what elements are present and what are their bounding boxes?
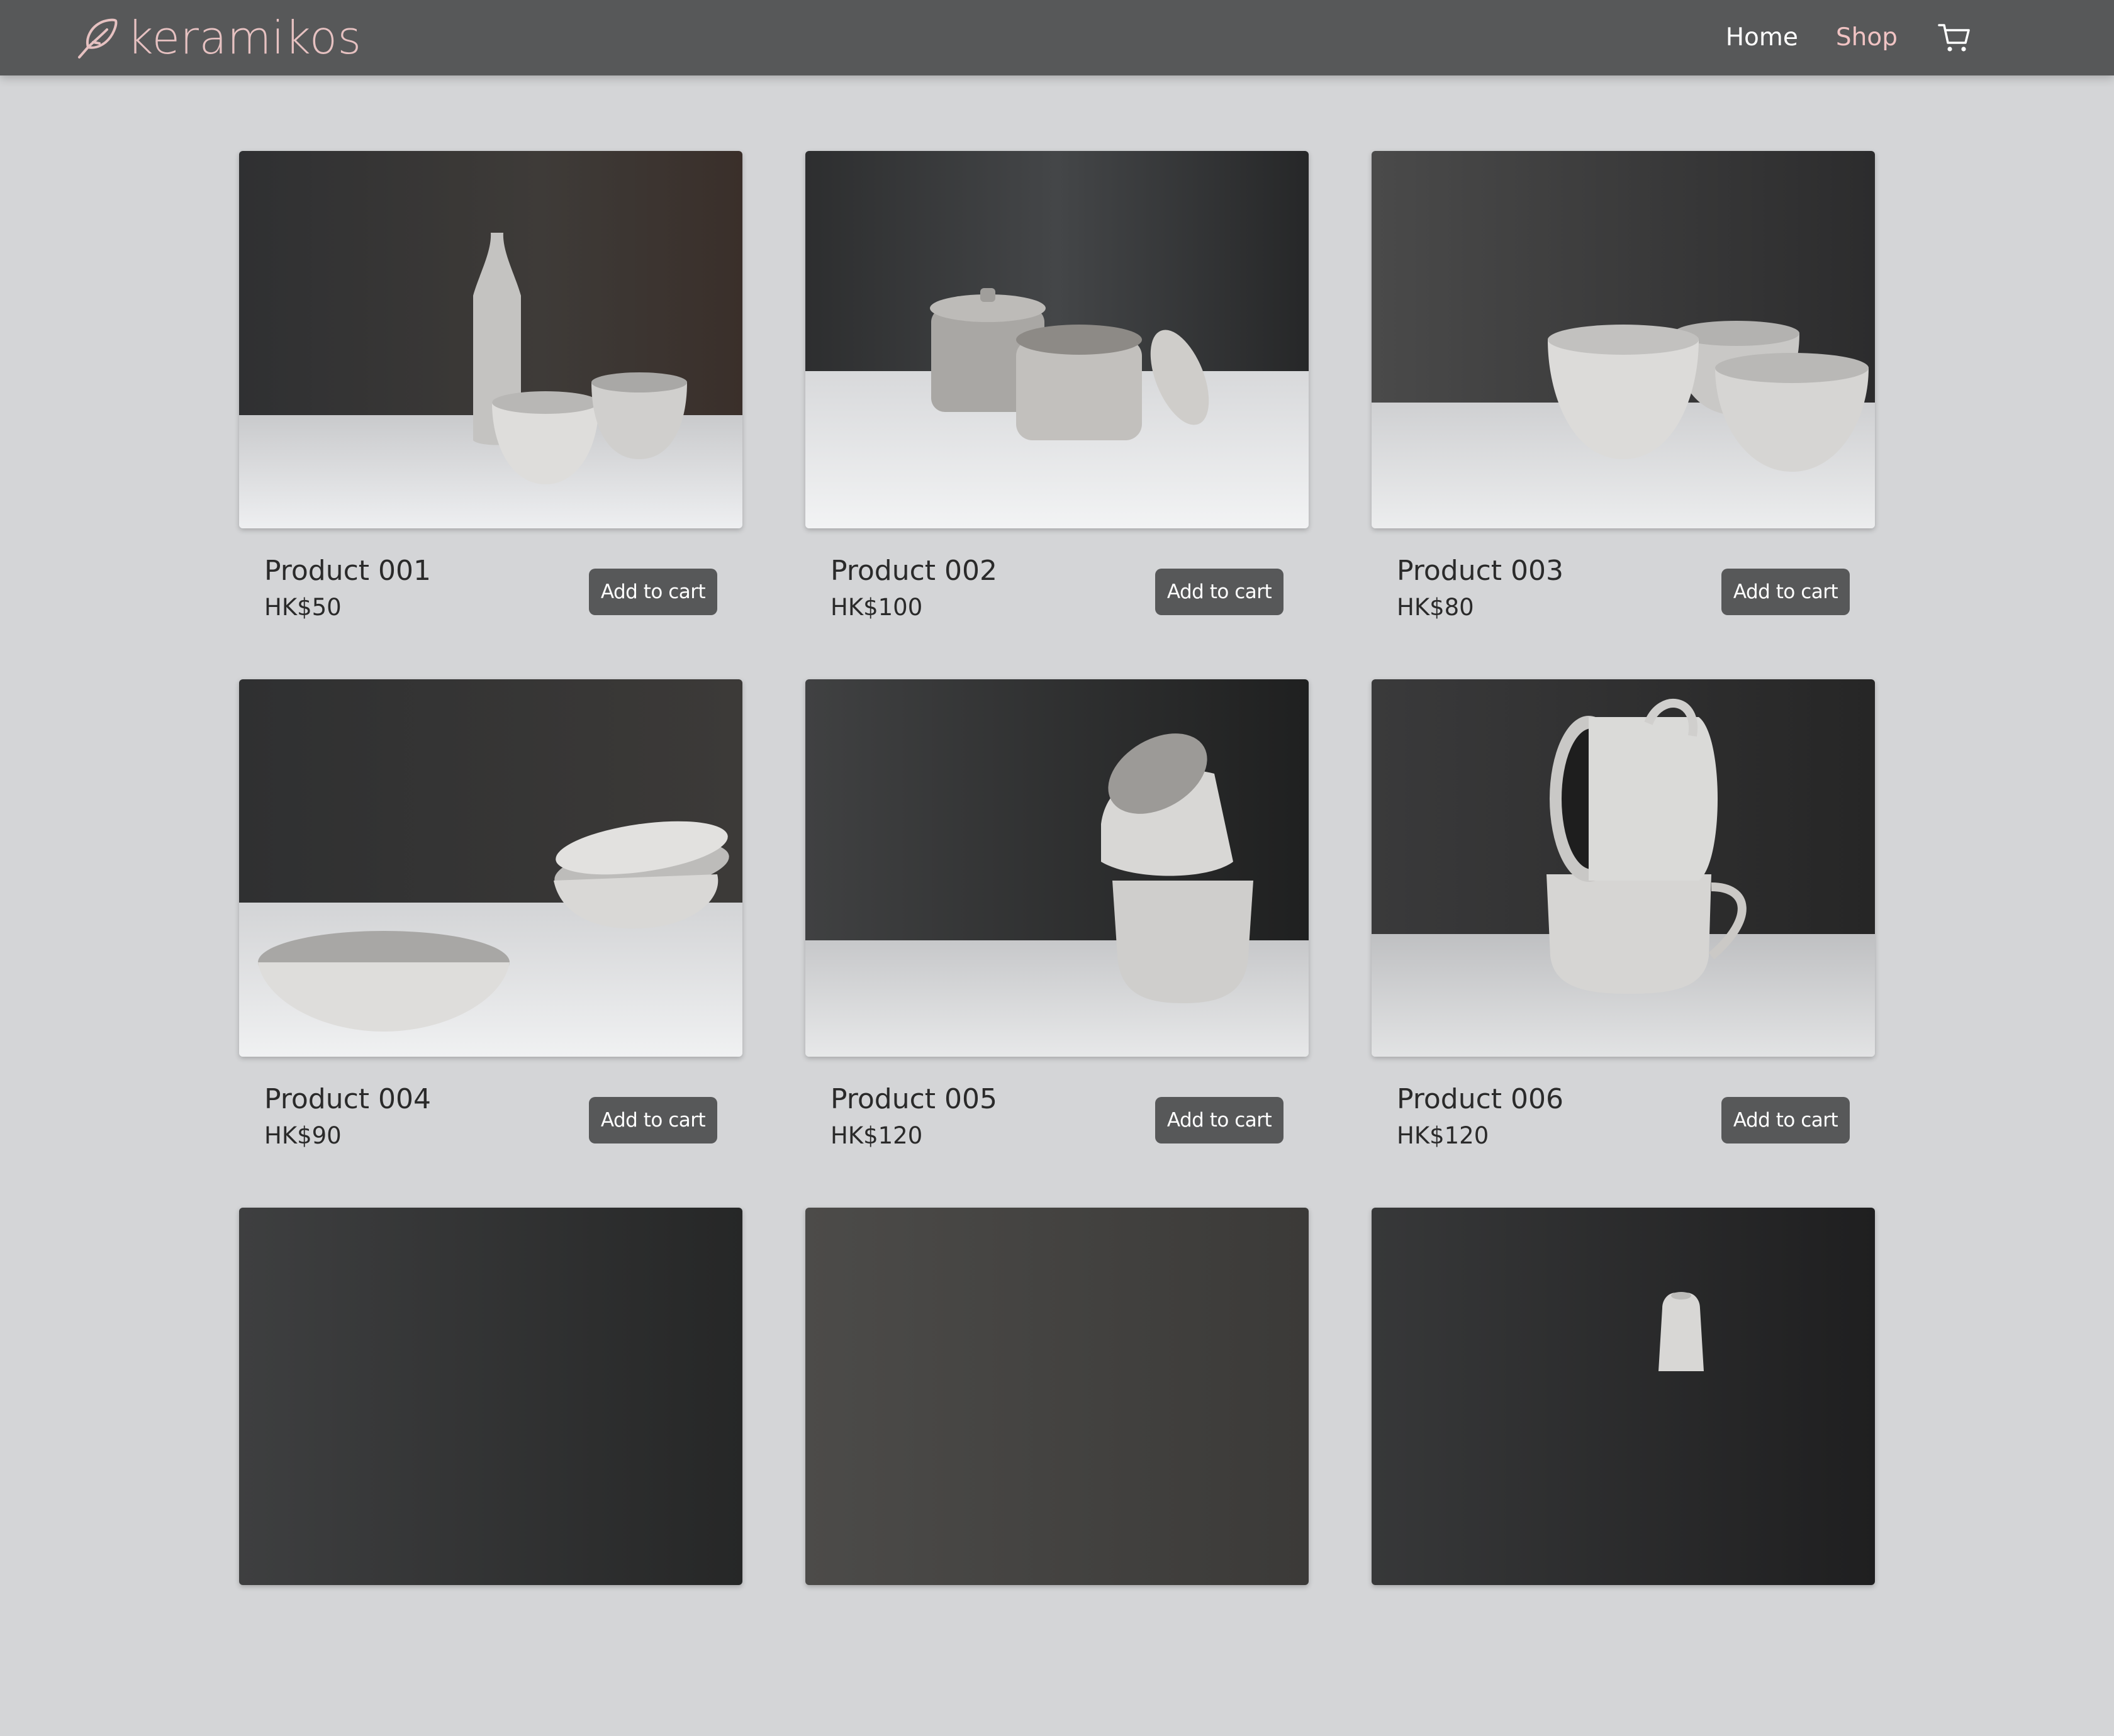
product-name: Product 003 [1397,555,1564,587]
product-name: Product 001 [264,555,432,587]
brand-logo-link[interactable]: keramikos [74,11,361,64]
product-card: Product 004 HK$90 Add to cart [239,679,742,1208]
top-navbar: keramikos Home Shop [0,0,2114,75]
product-info: Product 002 HK$100 Add to cart [830,554,1284,642]
product-image[interactable] [805,151,1309,528]
add-to-cart-button[interactable]: Add to cart [589,1097,717,1143]
nav-shop-link[interactable]: Shop [1836,0,1898,75]
feather-leaf-icon [78,18,118,58]
product-card: Product 003 HK$80 Add to cart [1372,151,1875,679]
product-card: Product 002 HK$100 Add to cart [805,151,1309,679]
product-price: HK$120 [830,1122,923,1149]
shopping-cart-icon[interactable] [1937,20,1972,55]
product-price: HK$50 [264,594,342,621]
product-info: Product 001 HK$50 Add to cart [264,554,717,642]
product-card: Product 001 HK$50 Add to cart [239,151,742,679]
add-to-cart-button[interactable]: Add to cart [589,569,717,615]
product-image[interactable] [1372,679,1875,1057]
product-image[interactable] [239,151,742,528]
add-to-cart-button[interactable]: Add to cart [1721,1097,1850,1143]
nav-home-link[interactable]: Home [1726,0,1798,75]
product-name: Product 006 [1397,1083,1564,1115]
product-price: HK$90 [264,1122,342,1149]
product-price: HK$80 [1397,594,1474,621]
product-info: Product 004 HK$90 Add to cart [264,1082,717,1170]
product-name: Product 004 [264,1083,432,1115]
brand-name: keramikos [127,11,362,64]
product-image[interactable] [239,679,742,1057]
nav-links: Home Shop [1726,0,1972,75]
product-price: HK$120 [1397,1122,1489,1149]
add-to-cart-button[interactable]: Add to cart [1721,569,1850,615]
add-to-cart-button[interactable]: Add to cart [1155,569,1284,615]
product-image[interactable] [1372,151,1875,528]
add-to-cart-button[interactable]: Add to cart [1155,1097,1284,1143]
product-card [1372,1208,1875,1736]
product-name: Product 002 [830,555,998,587]
product-card [239,1208,742,1736]
product-price: HK$100 [830,594,923,621]
product-name: Product 005 [830,1083,998,1115]
product-image[interactable] [1372,1208,1875,1585]
product-image[interactable] [805,1208,1309,1585]
product-info: Product 006 HK$120 Add to cart [1397,1082,1850,1170]
product-card: Product 006 HK$120 Add to cart [1372,679,1875,1208]
product-card [805,1208,1309,1736]
product-grid: Product 001 HK$50 Add to cart Product 00… [239,151,1875,1736]
product-image[interactable] [239,1208,742,1585]
product-info: Product 005 HK$120 Add to cart [830,1082,1284,1170]
product-card: Product 005 HK$120 Add to cart [805,679,1309,1208]
product-image[interactable] [805,679,1309,1057]
product-info: Product 003 HK$80 Add to cart [1397,554,1850,642]
